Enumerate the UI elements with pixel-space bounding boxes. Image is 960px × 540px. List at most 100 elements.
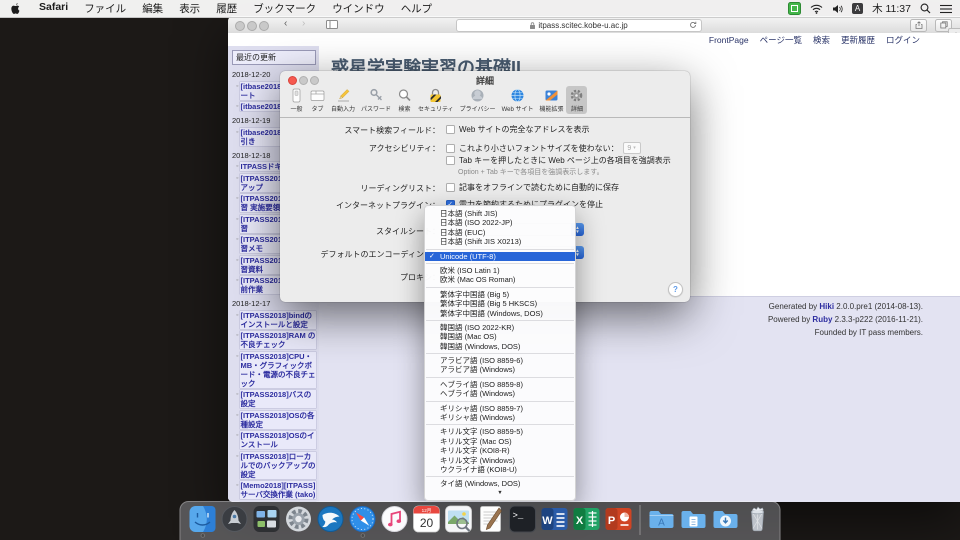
footer-link[interactable]: Hiki	[819, 302, 834, 311]
sidebar-link[interactable]: [Memo2018][ITPASS]サーバ交換作業 (tako)	[240, 481, 316, 499]
encoding-menu-item[interactable]: 繁体字中国語 (Big 5 HKSCS)	[425, 299, 575, 308]
menu-item-1[interactable]: ファイル	[76, 1, 134, 16]
sidebar-link[interactable]: [ITPASS2018]CPU・MB・グラフィックボード・電源の不良チェック	[240, 352, 316, 388]
calendar-icon[interactable]: 12月20	[413, 505, 441, 533]
sidebar-link[interactable]: [ITPASS2018]ローカルでのバックアップの設定	[240, 452, 316, 479]
forward-icon[interactable]: ›	[302, 18, 305, 30]
encoding-menu-item[interactable]: キリル文字 (KOI8-R)	[425, 446, 575, 455]
page-nav-link[interactable]: 検索	[813, 34, 830, 46]
share-icon[interactable]	[910, 19, 927, 32]
mission-control-icon[interactable]	[253, 505, 281, 533]
zoom-button[interactable]	[259, 21, 269, 31]
pref-tab-機能拡張[interactable]: 機能拡張	[536, 86, 566, 114]
encoding-menu-item[interactable]: ヘブライ語 (Windows)	[425, 389, 575, 398]
encoding-menu-item[interactable]: ウクライナ語 (KOI8-U)	[425, 465, 575, 474]
sidebar-link[interactable]: [ITPASS2018]RAM の不良チェック	[240, 331, 316, 349]
trash-icon[interactable]	[744, 505, 772, 533]
encoding-menu-item[interactable]: 韓国語 (Windows, DOS)	[425, 342, 575, 351]
url-field[interactable]: itpass.scitec.kobe-u.ac.jp	[456, 19, 702, 33]
pref-tab-プライバシー[interactable]: プライバシー	[457, 86, 499, 114]
page-nav-link[interactable]: 更新履歴	[841, 34, 875, 46]
back-icon[interactable]: ‹	[284, 18, 287, 30]
safari-icon[interactable]	[349, 505, 377, 533]
encoding-menu-item[interactable]: キリル文字 (Mac OS)	[425, 437, 575, 446]
thunderbird-icon[interactable]	[317, 505, 345, 533]
menu-item-2[interactable]: 編集	[134, 1, 171, 16]
menu-item-6[interactable]: ウインドウ	[324, 1, 393, 16]
notification-center-icon[interactable]	[940, 4, 952, 14]
checkbox[interactable]	[446, 156, 455, 165]
preview-icon[interactable]	[445, 505, 473, 533]
pref-tab-詳細[interactable]: 詳細	[566, 86, 587, 114]
encoding-menu-item[interactable]: 繁体字中国語 (Big 5)	[425, 290, 575, 299]
itunes-icon[interactable]	[381, 505, 409, 533]
excel-icon[interactable]: X	[573, 505, 601, 533]
sidebar-link[interactable]: [ITPASS2018]OSのインストール	[240, 431, 316, 449]
encoding-menu-item[interactable]: 欧米 (Mac OS Roman)	[425, 275, 575, 284]
encoding-menu-item[interactable]: アラビア語 (Windows)	[425, 365, 575, 374]
documents-folder-icon[interactable]	[680, 505, 708, 533]
encoding-menu-item[interactable]: ギリシャ語 (Windows)	[425, 413, 575, 422]
footer-link[interactable]: Ruby	[812, 315, 832, 324]
encoding-menu-item[interactable]: 日本語 (Shift JIS X0213)	[425, 237, 575, 246]
menu-item-7[interactable]: ヘルプ	[393, 1, 441, 16]
pref-tab-セキュリティ[interactable]: セキュリティ	[415, 86, 457, 114]
pref-tab-一般[interactable]: 一般	[286, 86, 307, 114]
pref-tab-タブ[interactable]: タブ	[307, 86, 328, 114]
close-button[interactable]	[235, 21, 245, 31]
pref-tab-Web サイト[interactable]: Web サイト	[499, 86, 537, 114]
menu-item-5[interactable]: ブックマーク	[245, 1, 324, 16]
input-source-icon[interactable]: A	[852, 3, 863, 14]
powerpoint-icon[interactable]: P	[605, 505, 633, 533]
sidebar-icon[interactable]	[326, 20, 338, 29]
page-nav-link[interactable]: ログイン	[886, 34, 920, 46]
pref-tab-自動入力[interactable]: 自動入力	[328, 86, 358, 114]
green-app-icon[interactable]	[788, 2, 801, 15]
word-icon[interactable]: W	[541, 505, 569, 533]
pref-tab-検索[interactable]: 検索	[394, 86, 415, 114]
checkbox[interactable]	[446, 125, 455, 134]
help-button[interactable]: ?	[668, 282, 683, 297]
spotlight-icon[interactable]	[920, 3, 931, 14]
encoding-menu-item[interactable]: 日本語 (EUC)	[425, 228, 575, 237]
system-preferences-icon[interactable]	[285, 505, 313, 533]
applications-folder-icon[interactable]: A	[648, 505, 676, 533]
smart-search-checkbox-row[interactable]: Web サイトの完全なアドレスを表示	[446, 124, 590, 135]
terminal-icon[interactable]: >_	[509, 505, 537, 533]
encoding-menu-item[interactable]: 韓国語 (Mac OS)	[425, 332, 575, 341]
wifi-icon[interactable]	[810, 4, 823, 14]
encoding-menu-item[interactable]: キリル文字 (Windows)	[425, 456, 575, 465]
encoding-menu-item[interactable]: 繁体字中国語 (Windows, DOS)	[425, 309, 575, 318]
menu-app-safari[interactable]: Safari	[31, 1, 76, 16]
volume-icon[interactable]	[832, 4, 843, 14]
menu-item-4[interactable]: 履歴	[208, 1, 245, 16]
font-size-select[interactable]: 9▾	[623, 142, 641, 154]
accessibility-fontsize-row[interactable]: これより小さいフォントサイズを使わない： 9▾	[446, 142, 641, 154]
checkbox[interactable]	[446, 144, 455, 153]
apple-menu-icon[interactable]	[10, 2, 21, 15]
checkbox[interactable]	[446, 183, 455, 192]
encoding-menu-item[interactable]: ヘブライ語 (ISO 8859-8)	[425, 380, 575, 389]
encoding-menu-item[interactable]: ギリシャ語 (ISO 8859-7)	[425, 404, 575, 413]
sidebar-link[interactable]: [ITPASS2018]バスの設定	[240, 390, 316, 408]
encoding-menu-item[interactable]: 日本語 (ISO 2022-JP)	[425, 218, 575, 227]
encoding-menu-item[interactable]: キリル文字 (ISO 8859-5)	[425, 427, 575, 436]
downloads-folder-icon[interactable]	[712, 505, 740, 533]
encoding-menu-item[interactable]: 韓国語 (ISO 2022-KR)	[425, 323, 575, 332]
launchpad-icon[interactable]	[221, 505, 249, 533]
page-nav-link[interactable]: FrontPage	[709, 35, 749, 45]
encoding-menu-item[interactable]: 欧米 (ISO Latin 1)	[425, 266, 575, 275]
minimize-button[interactable]	[247, 21, 257, 31]
sidebar-link[interactable]: [ITPASS2018]bindのインストールと設定	[240, 311, 316, 329]
encoding-menu-item[interactable]: タイ語 (Windows, DOS)	[425, 479, 575, 488]
page-nav-link[interactable]: ページ一覧	[760, 34, 802, 46]
menubar-clock[interactable]: 木 11:37	[872, 1, 911, 16]
scroll-down-icon[interactable]: ▼	[425, 489, 575, 497]
menu-item-3[interactable]: 表示	[171, 1, 208, 16]
finder-icon[interactable]	[189, 505, 217, 533]
pref-tab-パスワード[interactable]: パスワード	[358, 86, 394, 114]
encoding-menu-item[interactable]: ✓Unicode (UTF-8)	[425, 252, 575, 261]
reload-icon[interactable]	[689, 21, 697, 29]
sidebar-link[interactable]: [ITPASS2018]OSの各種設定	[240, 411, 316, 429]
textedit-icon[interactable]	[477, 505, 505, 533]
